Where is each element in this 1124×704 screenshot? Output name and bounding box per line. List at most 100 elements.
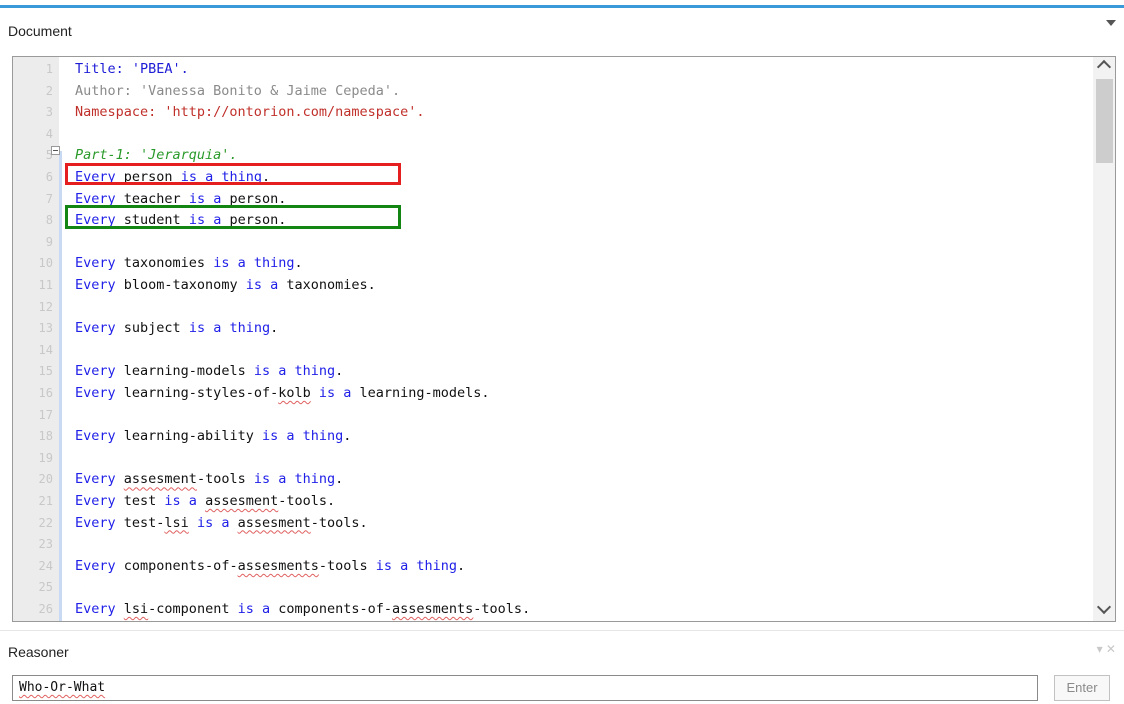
keyword-token: is a thing [375, 557, 458, 574]
code-token: lsi [164, 514, 189, 531]
keyword-token: Every [75, 363, 124, 380]
code-token: learning-models [123, 363, 254, 380]
code-token: Namespace: 'http://ontorion.com/namespac… [75, 104, 425, 121]
code-line[interactable]: Every bloom-taxonomy is a taxonomies. [75, 275, 376, 297]
top-accent-bar [0, 5, 1124, 8]
code-token: assesment [237, 514, 311, 531]
line-number: 12 [38, 299, 53, 314]
line-number: 19 [38, 450, 53, 465]
code-token: learning-ability [123, 428, 262, 445]
code-line[interactable]: Every learning-styles-of-kolb is a learn… [75, 383, 490, 405]
enter-button[interactable]: Enter [1054, 675, 1110, 701]
code-token: lsi [123, 601, 149, 617]
line-number: 20 [38, 472, 53, 487]
line-number: 13 [38, 321, 53, 336]
keyword-token: is a thing [253, 471, 336, 488]
keyword-token: Every [75, 277, 124, 293]
keyword-token: is a thing [261, 428, 344, 445]
keyword-token: is a [237, 601, 279, 617]
line-number: 15 [38, 364, 53, 379]
code-token: -tools. [310, 514, 368, 531]
vertical-scrollbar[interactable] [1093, 57, 1115, 621]
code-token: assesment [123, 471, 197, 488]
code-token: test- [123, 514, 165, 531]
line-number: 8 [45, 213, 53, 228]
line-number-gutter: 1 2 3 4 5 6 7 8 9 10 11 12 13 14 15 16 17 18 19 20 21 22 23 24 2… [13, 57, 59, 621]
code-line[interactable]: Every question-lsi is a lsi-component. [75, 621, 384, 622]
line-number: 26 [38, 602, 53, 616]
code-line[interactable]: Every test is a assesment-tools. [75, 491, 335, 513]
keyword-token: Every [75, 320, 124, 337]
scrollbar-thumb[interactable] [1096, 79, 1113, 163]
code-token: Part-1: 'Jerarquia'. [75, 147, 238, 164]
code-line[interactable]: Every lsi-component is a components-of-a… [75, 599, 530, 621]
keyword-token: Every [75, 514, 124, 531]
line-number: 6 [45, 170, 53, 184]
line-number: 10 [38, 256, 53, 271]
line-number: 21 [38, 494, 53, 508]
scroll-up-arrow-icon[interactable] [1096, 59, 1112, 75]
keyword-token: is a thing [253, 363, 336, 380]
code-line[interactable]: Every taxonomies is a thing. [75, 253, 303, 275]
code-token: test [123, 493, 165, 509]
code-line[interactable]: Every subject is a thing. [75, 318, 278, 340]
code-token: -tools. [278, 493, 336, 509]
code-token: assesments [392, 601, 474, 617]
green-highlight-box [65, 205, 401, 229]
keyword-token: Every [75, 471, 124, 488]
keyword-token: is a [245, 277, 287, 293]
code-token: -component [148, 601, 238, 617]
code-line[interactable]: Every components-of-assesments-tools is … [75, 556, 465, 578]
red-highlight-box [65, 163, 401, 185]
scroll-down-arrow-icon[interactable] [1096, 599, 1112, 615]
code-token: taxonomies [123, 255, 214, 272]
panel-separator [0, 630, 1124, 631]
line-number: 16 [38, 386, 53, 400]
line-number: 18 [38, 429, 53, 444]
code-editor[interactable]: 1 2 3 4 5 6 7 8 9 10 11 12 13 14 15 16 17 18 19 20 21 22 23 24 2… [12, 56, 1116, 622]
code-token: components-of- [123, 557, 238, 574]
reasoner-query-input[interactable]: Who-Or-What [12, 675, 1038, 701]
fold-indicator-rail [59, 151, 62, 621]
code-token: assesment [205, 493, 279, 509]
keyword-token: Every [75, 428, 124, 445]
keyword-token: is a [164, 493, 206, 509]
code-token: taxonomies. [286, 277, 376, 293]
line-number: 2 [45, 83, 53, 98]
line-number: 1 [45, 62, 53, 76]
code-token: learning-styles-of- [123, 385, 279, 401]
reasoner-panel-title: Reasoner [8, 644, 69, 660]
document-panel-title: Document [8, 23, 72, 39]
code-token: subject [123, 320, 189, 337]
code-line[interactable]: Every assesment-tools is a thing. [75, 469, 343, 491]
panel-dropdown-icon[interactable] [1106, 20, 1116, 26]
code-line[interactable]: Every learning-ability is a thing. [75, 426, 351, 448]
code-token: kolb [278, 385, 311, 401]
code-token: . [270, 320, 279, 337]
line-number: 4 [45, 126, 53, 141]
code-line[interactable]: Every learning-models is a thing. [75, 361, 343, 383]
line-number: 11 [38, 278, 53, 292]
line-number: 7 [45, 191, 53, 206]
code-token: Author: 'Vanessa Bonito & Jaime Cepeda'. [75, 82, 401, 99]
code-token: assesments [237, 557, 319, 574]
reasoner-panel-controls[interactable]: ▾ ✕ [1097, 642, 1116, 656]
code-token: components-of- [278, 601, 393, 617]
code-token: -tools [196, 471, 254, 488]
code-token: . [457, 557, 466, 574]
keyword-token: is a [196, 514, 238, 531]
code-token: . [335, 471, 344, 488]
line-number: 14 [38, 342, 53, 357]
code-token: learning-models. [359, 385, 490, 401]
collapse-part-icon[interactable] [51, 146, 60, 155]
code-line[interactable]: Every test-lsi is a assesment-tools. [75, 513, 368, 535]
line-number: 22 [38, 515, 53, 530]
line-number: 3 [45, 105, 53, 120]
line-number: 9 [45, 234, 53, 249]
code-line[interactable]: Author: 'Vanessa Bonito & Jaime Cepeda'. [75, 81, 400, 103]
code-line[interactable]: Title: 'PBEA'. [75, 59, 189, 81]
code-token: -tools. [473, 601, 531, 617]
code-line[interactable]: Namespace: 'http://ontorion.com/namespac… [75, 102, 425, 124]
